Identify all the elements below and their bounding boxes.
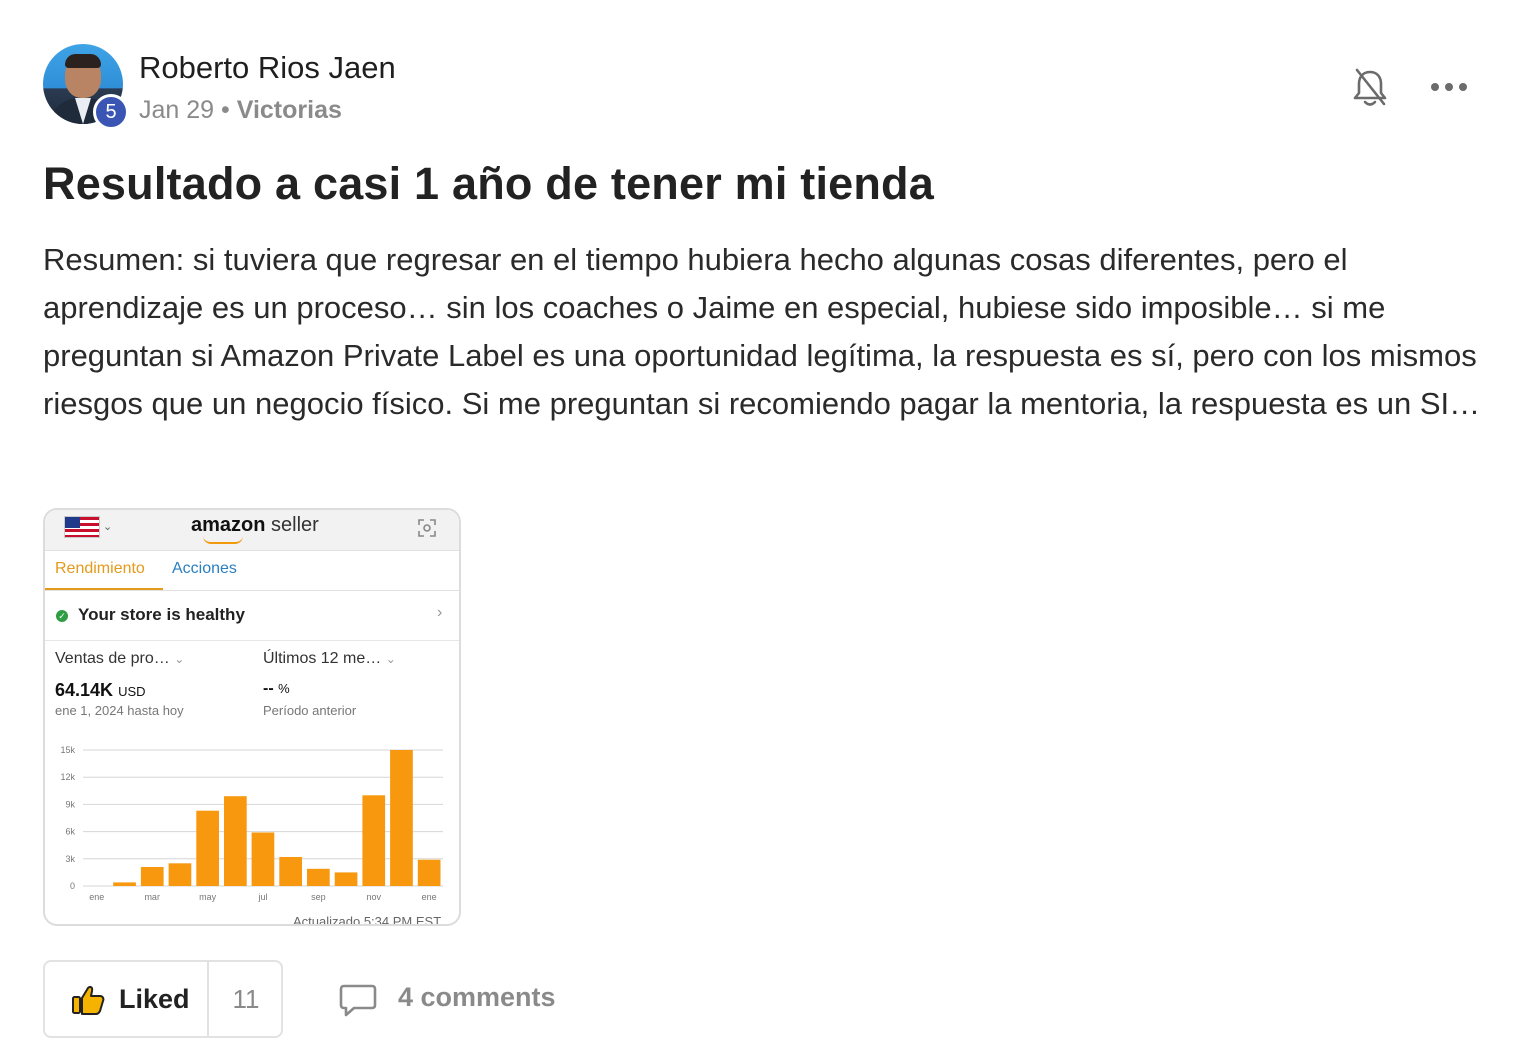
bar <box>251 832 275 886</box>
updated-timestamp: Actualizado 5:34 PM EST <box>293 914 442 926</box>
post-category[interactable]: Victorias <box>237 96 342 124</box>
compare-value: -- % <box>263 680 290 697</box>
us-flag-icon <box>64 516 100 538</box>
like-label: Liked <box>119 984 190 1014</box>
attachment-image[interactable]: ⌄ amazon seller Rendimiento Acciones ✓ Y… <box>43 508 461 926</box>
thumbs-up-icon <box>72 986 105 1015</box>
store-health-row: ✓ Your store is healthy › <box>45 592 459 641</box>
post-meta: Jan 29 • Victorias <box>139 96 342 125</box>
x-tick-label: mar <box>144 892 160 902</box>
bar <box>417 859 441 886</box>
bar <box>307 868 330 886</box>
level-badge: 5 <box>93 94 129 130</box>
x-tick-label: sep <box>311 892 326 902</box>
bar <box>334 872 358 886</box>
tab-rendimiento: Rendimiento <box>45 550 163 590</box>
chevron-down-icon: ⌄ <box>103 521 113 533</box>
x-tick-label: ene <box>422 892 437 902</box>
bar <box>390 750 413 886</box>
y-tick-label: 15k <box>60 745 75 755</box>
sales-bar-chart: 0 3k 6k 9k 12k 15k ene mar may jul sep nov ene <box>60 745 443 902</box>
x-tick-label: may <box>199 892 217 902</box>
author-name[interactable]: Roberto Rios Jaen <box>139 50 396 86</box>
metric-sub: ene 1, 2024 hasta hoy <box>55 703 184 718</box>
comment-bubble-icon <box>339 984 377 1017</box>
bar <box>168 863 192 886</box>
bar <box>140 867 164 886</box>
metric-value: 64.14K USD <box>55 680 146 700</box>
like-count[interactable]: 11 <box>209 984 283 1015</box>
bar <box>279 857 302 886</box>
metric-label: Ventas de pro… ⌄ <box>55 650 185 667</box>
x-tick-label: ene <box>89 892 104 902</box>
scan-icon <box>418 519 436 537</box>
x-tick-label: jul <box>257 892 267 902</box>
post-body: Resumen: si tuviera que regresar en el t… <box>43 242 1481 421</box>
bar <box>196 810 219 886</box>
post-date: Jan 29 <box>139 96 215 124</box>
like-control: Liked 11 <box>43 960 283 1038</box>
embed-topbar: ⌄ amazon seller <box>45 510 459 551</box>
embed-tabs: Rendimiento Acciones <box>45 550 459 591</box>
comments-count: 4 comments <box>398 982 556 1012</box>
store-health-text: Your store is healthy <box>78 605 245 624</box>
y-tick-label: 0 <box>70 881 75 891</box>
tab-acciones: Acciones <box>172 560 237 577</box>
amazon-smile-icon <box>203 536 243 544</box>
bar <box>113 882 136 886</box>
compare-sub: Período anterior <box>263 703 357 718</box>
y-tick-label: 6k <box>65 827 75 837</box>
amazon-seller-logo: amazon seller <box>191 514 319 536</box>
meta-separator: • <box>221 96 230 124</box>
check-circle-icon: ✓ <box>56 610 68 622</box>
post-title: Resultado a casi 1 año de tener mi tiend… <box>43 158 934 209</box>
more-horizontal-icon[interactable] <box>1428 72 1470 102</box>
y-tick-label: 3k <box>65 854 75 864</box>
y-tick-label: 12k <box>60 772 75 782</box>
y-tick-label: 9k <box>65 799 75 809</box>
period-label: Últimos 12 me… ⌄ <box>263 650 396 667</box>
bar <box>224 796 247 886</box>
bar <box>362 795 386 886</box>
x-tick-label: nov <box>367 892 382 902</box>
bell-off-icon[interactable] <box>1350 66 1390 110</box>
like-button[interactable]: Liked <box>45 962 209 1036</box>
chevron-right-icon: › <box>437 604 443 621</box>
